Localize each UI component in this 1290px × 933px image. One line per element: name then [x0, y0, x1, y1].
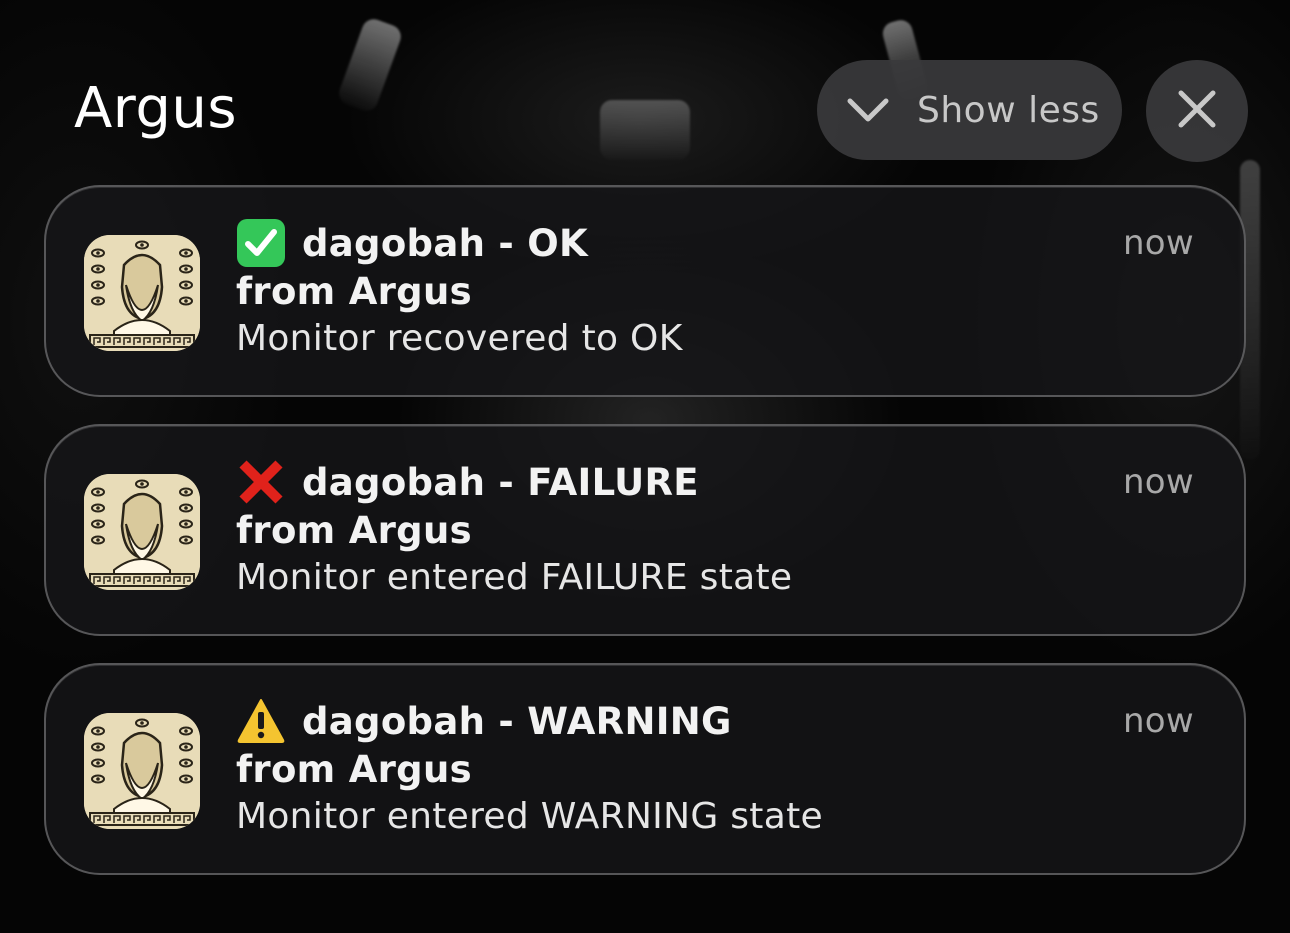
notification-time: now	[1122, 701, 1194, 741]
chevron-down-icon	[847, 95, 889, 125]
argus-app-icon	[84, 713, 200, 829]
notification-card-failure[interactable]: dagobah - FAILURE from Argus Monitor ent…	[44, 424, 1246, 636]
show-less-label: Show less	[917, 89, 1100, 131]
notification-body: Monitor entered FAILURE state	[236, 557, 793, 598]
notification-content: dagobah - FAILURE from Argus Monitor ent…	[236, 456, 1204, 602]
cross-mark-icon	[236, 457, 286, 507]
notification-title-row: dagobah - OK	[236, 217, 1204, 269]
argus-app-icon	[84, 474, 200, 590]
notification-body: Monitor entered WARNING state	[236, 796, 823, 837]
notification-title: dagobah - OK	[302, 221, 588, 265]
notification-content: dagobah - OK from Argus Monitor recovere…	[236, 217, 1204, 363]
show-less-button[interactable]: Show less	[817, 60, 1122, 160]
clear-notifications-button[interactable]	[1146, 60, 1248, 162]
notification-time: now	[1122, 223, 1194, 263]
check-mark-button-icon	[236, 218, 286, 268]
notification-title-row: dagobah - WARNING	[236, 695, 1204, 747]
app-group-title: Argus	[74, 76, 238, 141]
notification-subtitle: from Argus	[236, 509, 472, 552]
argus-app-icon	[84, 235, 200, 351]
notification-title: dagobah - WARNING	[302, 699, 732, 743]
notification-subtitle: from Argus	[236, 748, 472, 791]
close-icon	[1177, 89, 1217, 133]
notification-card-warning[interactable]: dagobah - WARNING from Argus Monitor ent…	[44, 663, 1246, 875]
lock-screen: Argus Show less dagobah - OK from Argus …	[0, 0, 1290, 933]
notification-subtitle: from Argus	[236, 270, 472, 313]
notification-title-row: dagobah - FAILURE	[236, 456, 1204, 508]
notification-group-header: Argus Show less	[0, 0, 1290, 180]
notification-content: dagobah - WARNING from Argus Monitor ent…	[236, 695, 1204, 841]
notification-card-ok[interactable]: dagobah - OK from Argus Monitor recovere…	[44, 185, 1246, 397]
notification-body: Monitor recovered to OK	[236, 318, 683, 359]
warning-icon	[236, 696, 286, 746]
notification-time: now	[1122, 462, 1194, 502]
notification-title: dagobah - FAILURE	[302, 460, 699, 504]
